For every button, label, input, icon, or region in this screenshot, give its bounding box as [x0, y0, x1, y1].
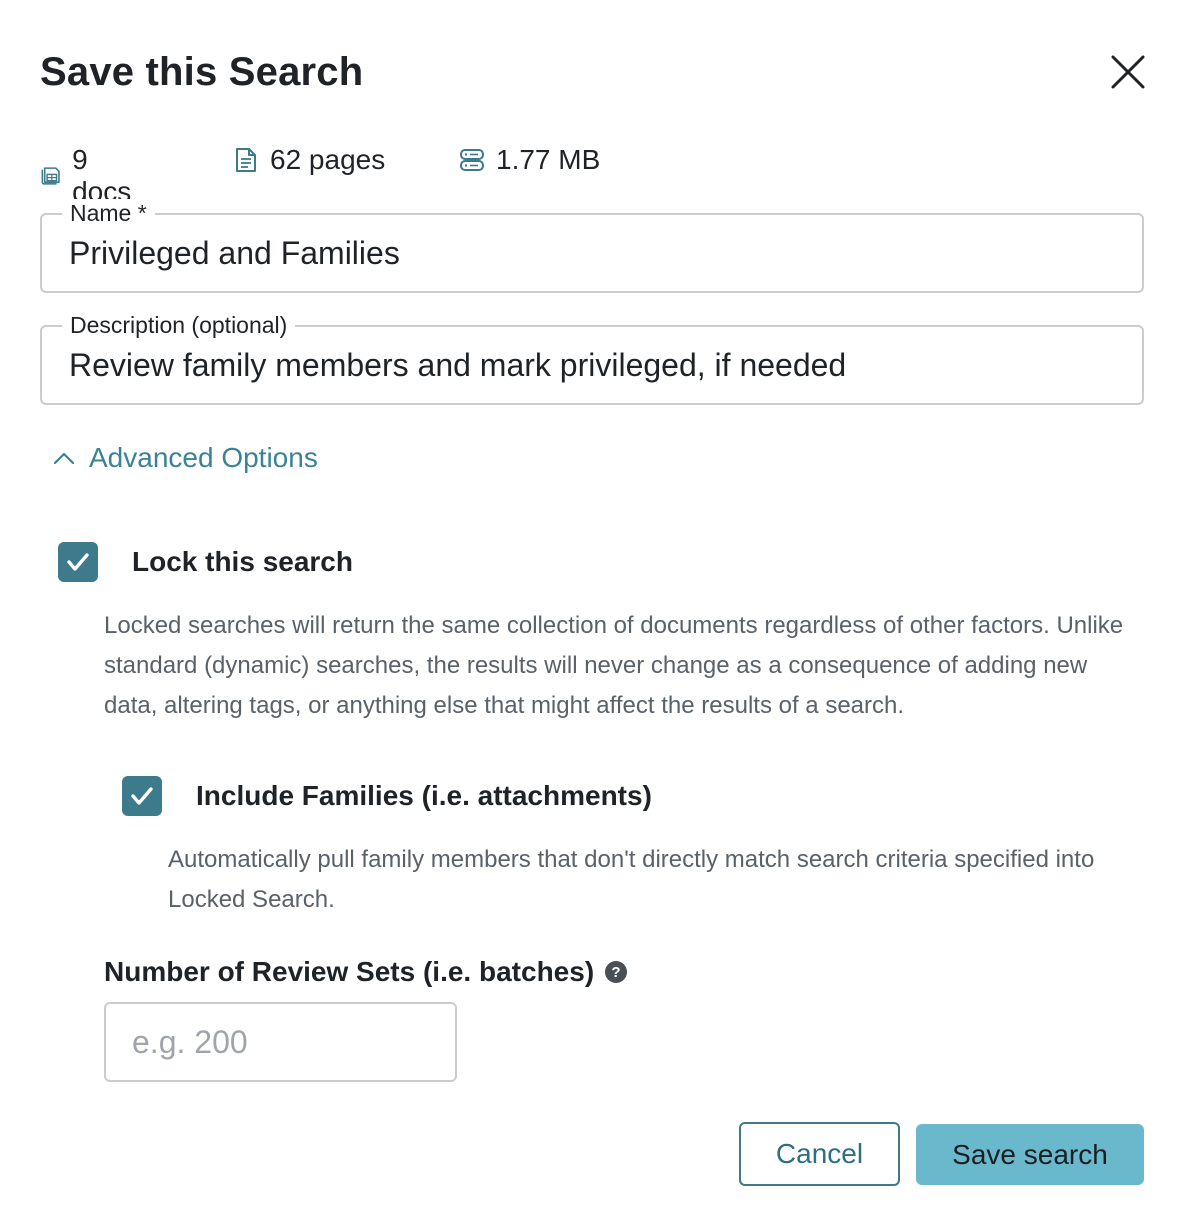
close-button[interactable] — [1106, 50, 1150, 94]
svg-text:?: ? — [612, 964, 621, 981]
review-sets-label-row: Number of Review Sets (i.e. batches) ? — [104, 956, 628, 988]
description-field-label: Description (optional) — [62, 311, 296, 339]
include-families-label: Include Families (i.e. attachments) — [196, 780, 652, 811]
close-icon — [1111, 55, 1145, 89]
lock-search-checkbox[interactable] — [58, 542, 98, 582]
cancel-button[interactable]: Cancel — [739, 1122, 900, 1186]
lock-search-label: Lock this search — [132, 546, 353, 577]
include-families-checkbox[interactable] — [122, 776, 162, 816]
pages-count: 62 pages — [270, 144, 386, 175]
description-field[interactable]: Description (optional) Review family mem… — [40, 311, 1144, 405]
page-icon — [236, 148, 256, 172]
advanced-options-label: Advanced Options — [89, 442, 318, 473]
description-input[interactable]: Review family members and mark privilege… — [69, 347, 846, 384]
chevron-up-icon — [53, 452, 75, 465]
name-field[interactable]: Name * Privileged and Families — [40, 199, 1144, 293]
lock-search-help: Locked searches will return the same col… — [104, 612, 1124, 719]
save-search-button[interactable]: Save search — [916, 1124, 1144, 1185]
size-stat: 1.77 MB — [458, 144, 600, 176]
question-circle-icon[interactable]: ? — [604, 960, 628, 984]
documents-stack-icon — [41, 167, 60, 185]
review-sets-input[interactable] — [104, 1002, 457, 1082]
size-value: 1.77 MB — [496, 144, 601, 175]
checkmark-icon — [67, 553, 89, 571]
name-input[interactable]: Privileged and Families — [69, 235, 400, 272]
advanced-options-toggle[interactable]: Advanced Options — [52, 442, 318, 474]
database-icon — [460, 149, 484, 171]
checkmark-icon — [131, 787, 153, 805]
dialog-title: Save this Search — [40, 50, 364, 94]
pages-stat: 62 pages — [232, 144, 385, 176]
include-families-help: Automatically pull family members that d… — [168, 846, 1095, 913]
review-sets-label: Number of Review Sets (i.e. batches) — [104, 956, 595, 987]
name-field-label: Name * — [62, 199, 155, 227]
